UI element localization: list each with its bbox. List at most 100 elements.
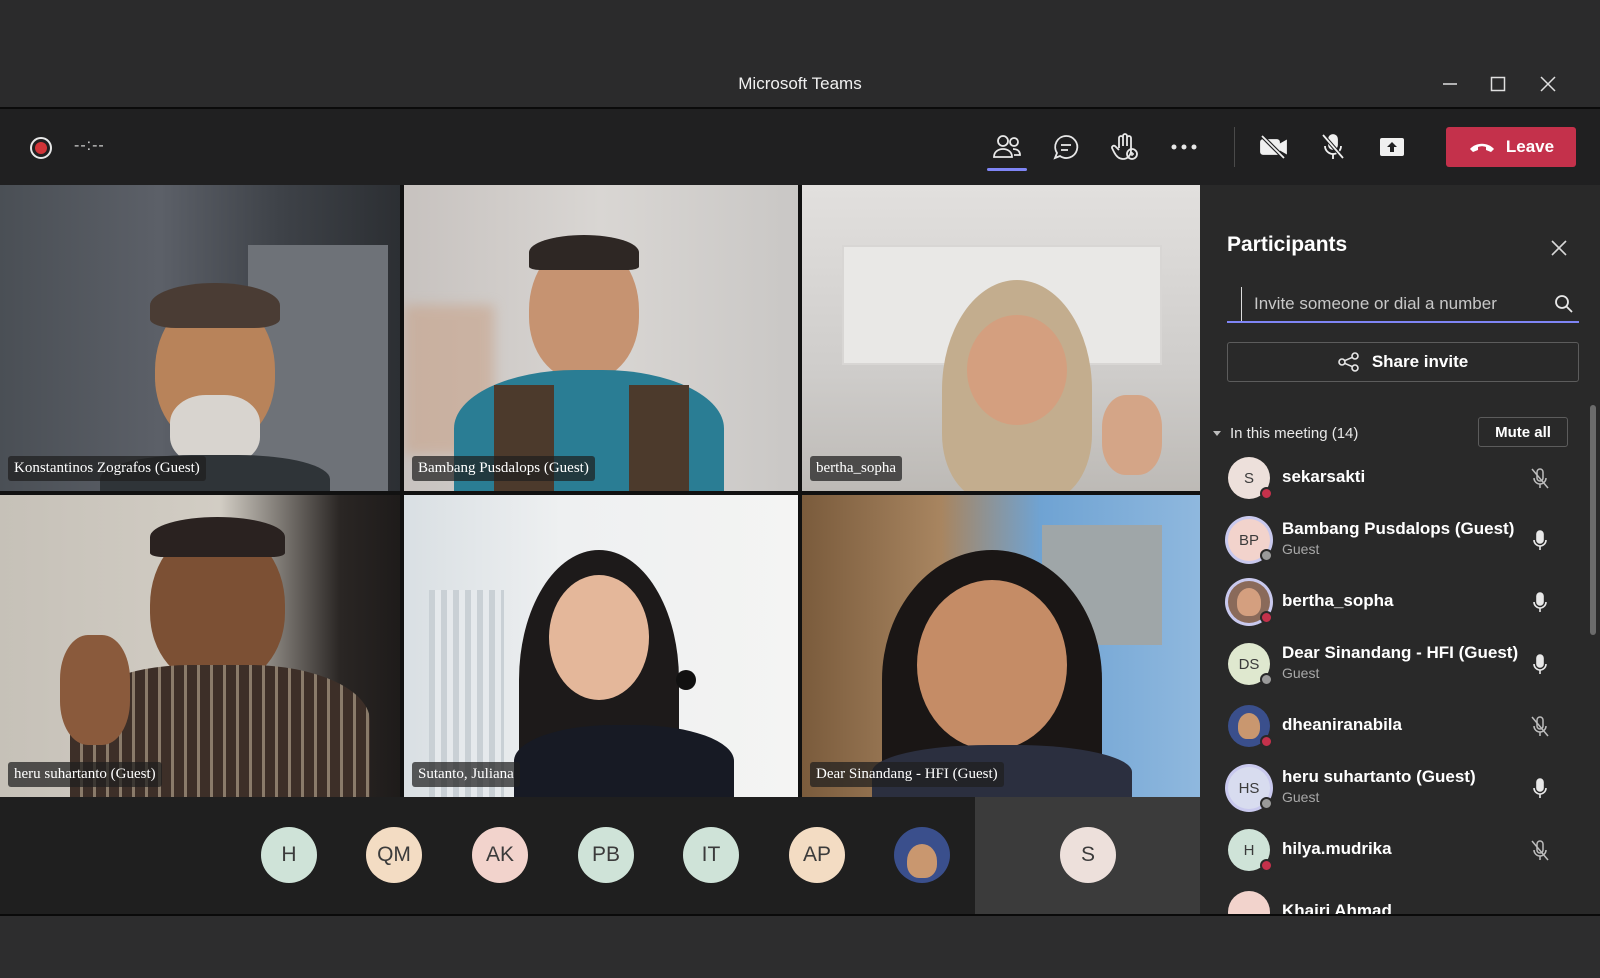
participant-avatar[interactable]: AK bbox=[472, 827, 528, 883]
headset-icon bbox=[676, 670, 696, 690]
mic-off-icon bbox=[1321, 133, 1345, 160]
invite-search-box bbox=[1227, 287, 1579, 323]
overflow-participants-bar: H QM AK PB IT AP S bbox=[0, 797, 1200, 914]
video-name-label: heru suhartanto (Guest) bbox=[8, 762, 162, 787]
panel-scrollbar[interactable] bbox=[1590, 405, 1596, 635]
participant-name: Khairi Ahmad bbox=[1282, 901, 1392, 914]
raise-hand-button[interactable] bbox=[1103, 127, 1147, 167]
video-name-label: Konstantinos Zografos (Guest) bbox=[8, 456, 206, 481]
participant-avatar[interactable]: QM bbox=[366, 827, 422, 883]
close-icon bbox=[1540, 76, 1556, 92]
video-grid: Konstantinos Zografos (Guest) Bambang Pu… bbox=[0, 185, 1200, 797]
mic-off-icon bbox=[1531, 840, 1549, 861]
video-tile[interactable]: Bambang Pusdalops (Guest) bbox=[404, 185, 798, 491]
avatar-initials: HS bbox=[1238, 779, 1260, 797]
participant-face bbox=[967, 315, 1067, 425]
avatar-initials: H bbox=[1243, 841, 1255, 859]
participant-hair bbox=[529, 235, 639, 270]
participant-row[interactable]: Khairi Ahmad bbox=[1200, 881, 1590, 914]
participant-row[interactable]: HS heru suhartanto (Guest) Guest bbox=[1200, 757, 1590, 819]
video-tile[interactable]: Konstantinos Zografos (Guest) bbox=[0, 185, 400, 491]
participant-body bbox=[514, 725, 734, 797]
participant-mic-status bbox=[1528, 777, 1552, 801]
video-tile[interactable]: Dear Sinandang - HFI (Guest) bbox=[802, 495, 1200, 797]
participant-row[interactable]: DS Dear Sinandang - HFI (Guest) Guest bbox=[1200, 633, 1590, 695]
presence-status-icon bbox=[1260, 611, 1273, 624]
show-participants-button[interactable] bbox=[985, 127, 1029, 171]
mute-all-button[interactable]: Mute all bbox=[1478, 417, 1568, 447]
participant-hair bbox=[150, 517, 285, 557]
participant-avatar[interactable]: IT bbox=[683, 827, 739, 883]
participant-vest-right bbox=[629, 385, 689, 491]
presence-status-icon bbox=[1260, 797, 1273, 810]
minimize-button[interactable] bbox=[1428, 70, 1472, 98]
chevron-down-icon bbox=[1213, 430, 1221, 436]
camera-toggle-button[interactable] bbox=[1252, 127, 1296, 167]
participant-role: Guest bbox=[1282, 541, 1320, 557]
participant-avatar[interactable]: H bbox=[261, 827, 317, 883]
mic-on-icon bbox=[1533, 654, 1547, 674]
participant-hair bbox=[150, 283, 280, 328]
mic-toggle-button[interactable] bbox=[1311, 127, 1355, 167]
avatar-initials: S bbox=[1243, 469, 1254, 487]
more-actions-button[interactable] bbox=[1162, 127, 1206, 167]
maximize-button[interactable] bbox=[1476, 70, 1520, 98]
presence-status-icon bbox=[1260, 673, 1273, 686]
participant-avatar[interactable]: S bbox=[1060, 827, 1116, 883]
participant-row[interactable]: dheaniranabila bbox=[1200, 695, 1590, 757]
share-content-button[interactable] bbox=[1370, 127, 1414, 167]
meeting-section-toggle[interactable]: In this meeting (14) bbox=[1212, 425, 1358, 442]
video-name-label: Dear Sinandang - HFI (Guest) bbox=[810, 762, 1004, 787]
participant-row[interactable]: BP Bambang Pusdalops (Guest) Guest bbox=[1200, 509, 1590, 571]
participant-row[interactable]: S sekarsakti bbox=[1200, 447, 1590, 509]
participant-role: Guest bbox=[1282, 665, 1320, 681]
chat-icon bbox=[1053, 135, 1079, 160]
panel-title: Participants bbox=[1227, 233, 1348, 256]
participant-avatar-photo bbox=[1228, 705, 1273, 748]
meeting-timer: --:-- bbox=[74, 137, 105, 154]
mic-on-icon bbox=[1533, 778, 1547, 798]
participant-mic-status bbox=[1528, 591, 1552, 615]
participant-avatar: BP bbox=[1228, 519, 1273, 562]
invite-search-input[interactable] bbox=[1241, 287, 1549, 321]
leave-button[interactable]: Leave bbox=[1446, 127, 1576, 167]
avatar-face bbox=[1238, 713, 1260, 739]
participant-name: bertha_sopha bbox=[1282, 591, 1394, 610]
participant-name: dheaniranabila bbox=[1282, 715, 1402, 734]
participant-hand bbox=[60, 635, 130, 745]
participant-avatar[interactable]: AP bbox=[789, 827, 845, 883]
mic-off-icon bbox=[1531, 716, 1549, 737]
participant-avatar[interactable]: PB bbox=[578, 827, 634, 883]
camera-off-icon bbox=[1260, 135, 1287, 159]
video-tile[interactable]: Sutanto, Juliana bbox=[404, 495, 798, 797]
participant-mic-status bbox=[1528, 529, 1552, 553]
minimize-icon bbox=[1443, 83, 1457, 85]
participant-row[interactable]: H hilya.mudrika bbox=[1200, 819, 1590, 881]
participant-avatar: H bbox=[1228, 829, 1273, 872]
video-tile[interactable]: bertha_sopha bbox=[802, 185, 1200, 491]
participant-avatar-photo bbox=[1228, 581, 1273, 624]
mic-off-icon bbox=[1531, 468, 1549, 489]
search-icon bbox=[1555, 295, 1573, 313]
search-button[interactable] bbox=[1549, 289, 1579, 319]
close-window-button[interactable] bbox=[1526, 70, 1570, 98]
participant-row[interactable]: bertha_sopha bbox=[1200, 571, 1590, 633]
video-tile[interactable]: heru suhartanto (Guest) bbox=[0, 495, 400, 797]
participant-face bbox=[917, 580, 1067, 750]
participant-mic-status bbox=[1528, 715, 1552, 739]
mic-on-icon bbox=[1533, 592, 1547, 612]
participant-avatar-photo[interactable] bbox=[894, 827, 950, 883]
share-invite-button[interactable]: Share invite bbox=[1227, 342, 1579, 382]
participant-mic-status bbox=[1528, 653, 1552, 677]
participant-name: heru suhartanto (Guest) bbox=[1282, 767, 1476, 786]
recording-indicator-icon bbox=[30, 137, 52, 159]
meeting-toolbar: --:-- Leave bbox=[0, 109, 1600, 185]
leave-label: Leave bbox=[1505, 137, 1555, 156]
close-panel-button[interactable] bbox=[1544, 233, 1574, 263]
title-bar: Microsoft Teams bbox=[0, 0, 1600, 109]
avatar-face bbox=[1237, 588, 1261, 616]
close-icon bbox=[1551, 240, 1567, 256]
participant-list: S sekarsakti BP Bambang Pusdalops (Guest… bbox=[1200, 447, 1590, 914]
show-chat-button[interactable] bbox=[1044, 127, 1088, 167]
participant-name: hilya.mudrika bbox=[1282, 839, 1392, 858]
